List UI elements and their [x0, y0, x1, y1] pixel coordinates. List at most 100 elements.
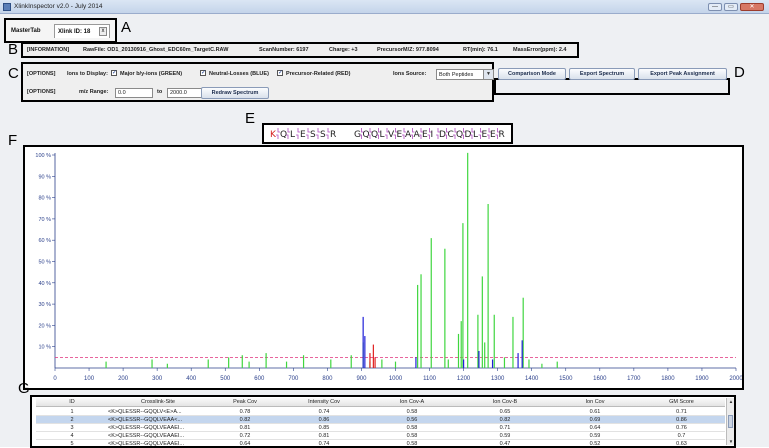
col-header-ion-cov-a[interactable]: Ion Cov-A [366, 399, 458, 405]
table-cell: 0.71 [676, 409, 687, 415]
table-cell: 0.47 [499, 441, 511, 447]
x-tick-label: 400 [186, 376, 197, 382]
x-tick-label: 700 [288, 376, 299, 382]
table-cell: 0.86 [318, 417, 330, 423]
scroll-down-icon[interactable]: ▼ [727, 438, 734, 445]
table-row[interactable]: 4 <K>QLESSR--GQQLVEAAEI... 0.72 0.81 0.58 0.5… [36, 432, 725, 440]
table-cell: 0.81 [318, 433, 330, 439]
table-cell: 0.58 [406, 441, 418, 447]
scroll-thumb[interactable] [728, 415, 733, 428]
table-cell: 0.64 [589, 425, 601, 431]
col-header-ion-cov[interactable]: Ion Cov [552, 399, 638, 405]
col-header-ion-cov-b[interactable]: Ion Cov-B [458, 399, 552, 405]
info-charge: Charge: +3 [329, 47, 358, 53]
x-tick-label: 200 [118, 376, 129, 382]
table-cell: 0.61 [589, 409, 601, 415]
window-titlebar: XlinkInspector v2.0 - July 2014 — ▭ ✕ [0, 0, 769, 14]
table-cell: 5 [70, 441, 74, 447]
y-tick-label: 80 % [38, 196, 51, 202]
table-cell: 1 [70, 409, 74, 415]
export-spectrum-button[interactable]: Export Spectrum [569, 68, 635, 80]
x-tick-label: 1600 [593, 376, 607, 382]
table-scrollbar[interactable]: ▲ ▼ [726, 398, 734, 445]
table-cell: 0.59 [499, 433, 511, 439]
table-cell: 0.7 [677, 433, 686, 439]
y-tick-label: 100 % [35, 153, 51, 159]
x-tick-label: 1500 [559, 376, 573, 382]
comparison-mode-button[interactable]: Comparison Mode [498, 68, 566, 80]
col-header-intensity-cov[interactable]: Intensity Cov [282, 399, 366, 405]
x-tick-label: 1700 [627, 376, 641, 382]
precursor-related-label: Precursor-Related (RED) [286, 71, 351, 77]
major-ions-checkbox[interactable]: ✓ [111, 70, 117, 76]
col-header-crosslink-site[interactable]: Crosslink-Site [108, 399, 208, 405]
table-cell: 0.65 [499, 409, 511, 415]
x-tick-label: 1000 [389, 376, 403, 382]
y-tick-label: 50 % [38, 260, 51, 266]
precursor-related-checkbox[interactable]: ✓ [277, 70, 283, 76]
table-cell: 0.76 [676, 425, 687, 431]
table-cell: 4 [70, 433, 74, 439]
scroll-up-icon[interactable]: ▲ [727, 398, 734, 405]
col-header-id[interactable]: ID [36, 399, 108, 405]
neutral-losses-label: Neutral-Losses (BLUE) [209, 71, 269, 77]
col-header-peak-cov[interactable]: Peak Cov [208, 399, 282, 405]
x-tick-label: 800 [322, 376, 333, 382]
tab-bar: MasterTab Xlink ID: 18 x [4, 18, 117, 43]
y-tick-label: 40 % [38, 281, 51, 287]
minimize-button[interactable]: — [708, 3, 722, 11]
info-scan-number: ScanNumber: 6197 [259, 47, 309, 53]
neutral-losses-checkbox[interactable]: ✓ [200, 70, 206, 76]
table-cell: 0.78 [239, 409, 251, 415]
peptide-residue: E [482, 130, 488, 140]
table-cell: 0.72 [239, 433, 251, 439]
tab-master[interactable]: MasterTab [8, 24, 44, 38]
tab-xlink[interactable]: Xlink ID: 18 x [54, 24, 110, 38]
table-row[interactable]: 2 <K>QLESSR--GQQLVEAA<... 0.82 0.86 0.56 0.82… [36, 416, 725, 424]
y-ion-bracket [385, 134, 388, 139]
y-tick-label: 30 % [38, 302, 51, 308]
peptide-residue: E [397, 130, 403, 140]
redraw-spectrum-button[interactable]: Redraw Spectrum [201, 87, 269, 99]
table-cell: 0.74 [318, 409, 330, 415]
peptide-residue: E [490, 130, 496, 140]
y-tick-label: 90 % [38, 174, 51, 180]
options-panel: [OPTIONS] Ions to Display: ✓ Major b/y-i… [21, 62, 494, 102]
export-peak-assignment-button[interactable]: Export Peak Assignment [638, 68, 727, 80]
y-ion-bracket [306, 134, 309, 139]
table-cell: 0.82 [499, 417, 511, 423]
peptide-residue: S [310, 130, 316, 140]
mz-from-input[interactable]: 0.0 [115, 88, 153, 98]
chevron-down-icon[interactable]: ▼ [483, 70, 493, 79]
tab-close-icon[interactable]: x [99, 27, 107, 36]
y-ion-bracket [296, 134, 299, 139]
close-window-button[interactable]: ✕ [740, 3, 764, 11]
table-cell: 0.52 [589, 441, 601, 447]
y-ion-bracket [427, 134, 430, 139]
table-cell: 0.69 [589, 417, 601, 423]
mz-to-input[interactable]: 2000.0 [167, 88, 205, 98]
peptide-residue: K [270, 130, 277, 140]
mz-range-label: m/z Range: [79, 89, 109, 95]
table-cell: 0.58 [406, 409, 418, 415]
x-tick-label: 1400 [525, 376, 539, 382]
maximize-button[interactable]: ▭ [724, 3, 738, 11]
tab-xlink-label: Xlink ID: 18 [58, 29, 91, 35]
options-tag-2: [OPTIONS] [27, 89, 56, 95]
info-bar: [INFORMATION] RawFile: OD1_20130916_Ghos… [21, 42, 579, 58]
table-cell: 3 [70, 425, 74, 431]
table-cell: 0.81 [239, 425, 251, 431]
ions-source-value: Both Peptides [439, 72, 474, 78]
callout-b: B [8, 41, 19, 58]
col-header-gm-score[interactable]: GM Score [638, 399, 725, 405]
table-row[interactable]: 1 <K>QLESSR--GQQLV<E>A... 0.78 0.74 0.58 0.65… [36, 408, 725, 416]
ions-source-select[interactable]: Both Peptides ▼ [436, 69, 494, 80]
x-tick-label: 300 [152, 376, 163, 382]
peptide-residue: L [473, 130, 478, 140]
table-cell: 0.56 [406, 417, 418, 423]
table-cell: 2 [70, 417, 74, 423]
callout-f: F [8, 132, 18, 149]
table-cell: <K>QLESSR--GQQLV<E>A... [108, 409, 182, 415]
table-row[interactable]: 3 <K>QLESSR--GQQLVEAAEI... 0.81 0.85 0.58 0.7… [36, 424, 725, 432]
y-tick-label: 10 % [38, 345, 51, 351]
